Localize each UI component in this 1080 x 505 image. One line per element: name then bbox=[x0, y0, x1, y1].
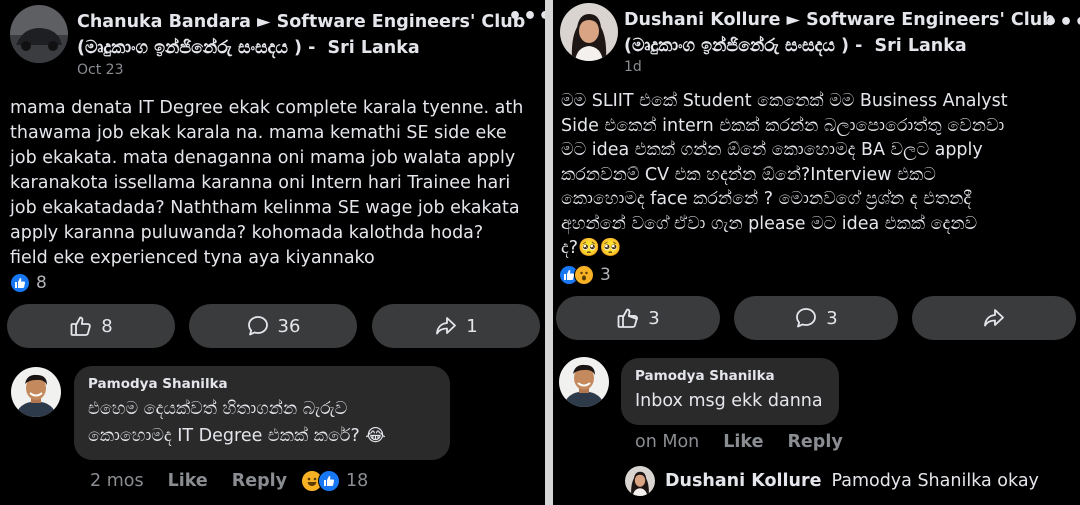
comment-reply-button[interactable]: Reply bbox=[787, 432, 842, 452]
commenter-name[interactable]: Pamodya Shanilka bbox=[635, 368, 825, 384]
comment-count: 3 bbox=[826, 307, 838, 329]
comment-bubble: Pamodya Shanilka Inbox msg ekk danna bbox=[621, 358, 839, 425]
reply-text: Pamodya Shanilka okay bbox=[831, 471, 1039, 491]
group-country[interactable]: Sri Lanka bbox=[328, 38, 420, 58]
post-line: මම SLIIT එකේ Student කෙනෙක් මම Business … bbox=[561, 91, 1008, 111]
post-header-title: Chanuka Bandara ► Software Engineers' Cl… bbox=[77, 9, 525, 35]
comment-text: Inbox msg ekk danna bbox=[635, 391, 823, 411]
post-header-title: Dushani Kollure ► Software Engineers' Cl… bbox=[624, 7, 1055, 33]
author-avatar[interactable] bbox=[560, 3, 618, 61]
post-line: thawama job ekak karala na. mama kemathi… bbox=[10, 123, 507, 143]
thumbs-up-icon bbox=[70, 316, 92, 336]
post-line: mama denata IT Degree ekak complete kara… bbox=[10, 98, 524, 118]
post-header-subtitle: (මෘදුකාංග ඉන්ජිනේරු සංසදය ) - Sri Lanka bbox=[624, 33, 967, 59]
like-reaction-icon bbox=[10, 273, 30, 293]
reaction-summary[interactable]: 8 bbox=[10, 273, 47, 293]
author-avatar[interactable] bbox=[10, 5, 68, 63]
like-count: 3 bbox=[648, 307, 660, 329]
share-count: 1 bbox=[466, 315, 478, 337]
reply-item: Dushani Kollure Pamodya Shanilka okay bbox=[625, 466, 1039, 496]
share-icon bbox=[436, 317, 457, 335]
comment-button[interactable]: 3 bbox=[734, 296, 898, 340]
comment-like-button[interactable]: Like bbox=[723, 432, 763, 452]
author-name[interactable]: Chanuka Bandara bbox=[77, 12, 251, 32]
like-button[interactable]: 8 bbox=[7, 304, 175, 348]
post-line: අහන්නේ වගේ ඒවා ගැන please මට idea එකක් ද… bbox=[561, 213, 978, 234]
comment-icon bbox=[796, 308, 817, 328]
comment-reactions[interactable]: 18 bbox=[301, 470, 368, 492]
share-button[interactable] bbox=[912, 296, 1076, 340]
post-line: field eke experienced tyna aya kiyannako bbox=[10, 248, 375, 268]
post-line: job ekakatadada? Naththam kelinma SE wag… bbox=[10, 198, 520, 218]
share-button[interactable]: 1 bbox=[372, 304, 540, 348]
like-count: 8 bbox=[101, 315, 113, 337]
commenter-name[interactable]: Pamodya Shanilka bbox=[88, 376, 436, 392]
like-reaction-icon bbox=[318, 470, 341, 492]
thumbs-up-icon bbox=[617, 308, 639, 328]
post-line: Side එකෙන් intern එකක් කරන්න බලාපොරොත්තු… bbox=[561, 115, 1005, 136]
post-card-left: Chanuka Bandara ► Software Engineers' Cl… bbox=[0, 0, 545, 505]
post-line: මට idea එකක් ගන්න ඕනේ කොහොමද BA වලට appl… bbox=[561, 140, 983, 160]
more-options-icon[interactable]: ••• bbox=[508, 4, 545, 29]
reaction-count: 8 bbox=[36, 273, 47, 293]
comment-time[interactable]: 2 mos bbox=[90, 471, 144, 491]
post-card-right: Dushani Kollure ► Software Engineers' Cl… bbox=[553, 0, 1080, 505]
post-time[interactable]: 1d bbox=[624, 59, 642, 75]
comment-button[interactable]: 36 bbox=[189, 304, 357, 348]
arrow-icon: ► bbox=[257, 12, 271, 32]
post-line: job ekakata. mata denaganna oni mama job… bbox=[10, 148, 516, 168]
comment-meta: 2 mos Like Reply 18 bbox=[90, 470, 368, 492]
comment-time[interactable]: on Mon bbox=[635, 432, 699, 452]
replier-avatar[interactable] bbox=[625, 466, 655, 496]
comment-like-button[interactable]: Like bbox=[168, 471, 208, 491]
commenter-avatar[interactable] bbox=[11, 367, 61, 417]
arrow-icon: ► bbox=[786, 10, 801, 30]
post-time[interactable]: Oct 23 bbox=[77, 62, 123, 78]
group-name-sinhala[interactable]: (මෘදුකාංග ඉන්ජිනේරු සංසදය ) - bbox=[624, 36, 862, 56]
comment-line: කොහොමද IT Degree එකක් කරේ? 😂 bbox=[88, 426, 386, 446]
post-header-subtitle: (මෘදුකාංග ඉන්ජිනේරු සංසදය ) - Sri Lanka bbox=[77, 35, 420, 61]
share-icon bbox=[984, 309, 1004, 327]
post-body: මම SLIIT එකේ Student කෙනෙක් මම Business … bbox=[561, 89, 1076, 261]
group-name[interactable]: Software Engineers' Club bbox=[806, 10, 1055, 30]
post-line: කොහොමද face කරන්නේ ? මොනවගේ ප්‍රශ්න ද එත… bbox=[561, 189, 972, 209]
reaction-count: 3 bbox=[600, 265, 611, 285]
comment-reply-button[interactable]: Reply bbox=[232, 471, 287, 491]
group-name-sinhala[interactable]: (මෘදුකාංග ඉන්ජිනේරු සංසදය ) - bbox=[77, 38, 315, 58]
group-country[interactable]: Sri Lanka bbox=[875, 36, 967, 56]
author-name[interactable]: Dushani Kollure bbox=[624, 10, 780, 30]
like-button[interactable]: 3 bbox=[556, 296, 720, 340]
replier-name[interactable]: Dushani Kollure bbox=[665, 471, 821, 491]
post-line: කරනවනම් CV එක හදන්න ඕනේ?Interview එකට bbox=[561, 164, 936, 185]
post-line: apply karanna puluwanda? kohomada kaloth… bbox=[10, 223, 484, 243]
reaction-summary[interactable]: 3 bbox=[559, 265, 611, 285]
comment-count: 36 bbox=[277, 315, 301, 337]
comment-meta: on Mon Like Reply bbox=[635, 432, 843, 452]
comment-reaction-count: 18 bbox=[346, 471, 369, 491]
comment-icon bbox=[247, 316, 268, 336]
comment-bubble: Pamodya Shanilka එහෙම දෙයක්වත් හිතාගන්න … bbox=[74, 366, 450, 460]
post-line: ද?🥺🥺 bbox=[561, 238, 622, 258]
more-options-icon[interactable]: ••• bbox=[1044, 10, 1080, 35]
comment-line: එහෙම දෙයක්වත් හිතාගන්න බැරුව bbox=[88, 399, 348, 419]
commenter-avatar[interactable] bbox=[559, 357, 609, 407]
post-body: mama denata IT Degree ekak complete kara… bbox=[10, 96, 540, 271]
wow-reaction-icon bbox=[574, 265, 594, 285]
group-name[interactable]: Software Engineers' Club bbox=[277, 12, 526, 32]
post-line: karanakota issellama karanna oni Intern … bbox=[10, 173, 511, 193]
